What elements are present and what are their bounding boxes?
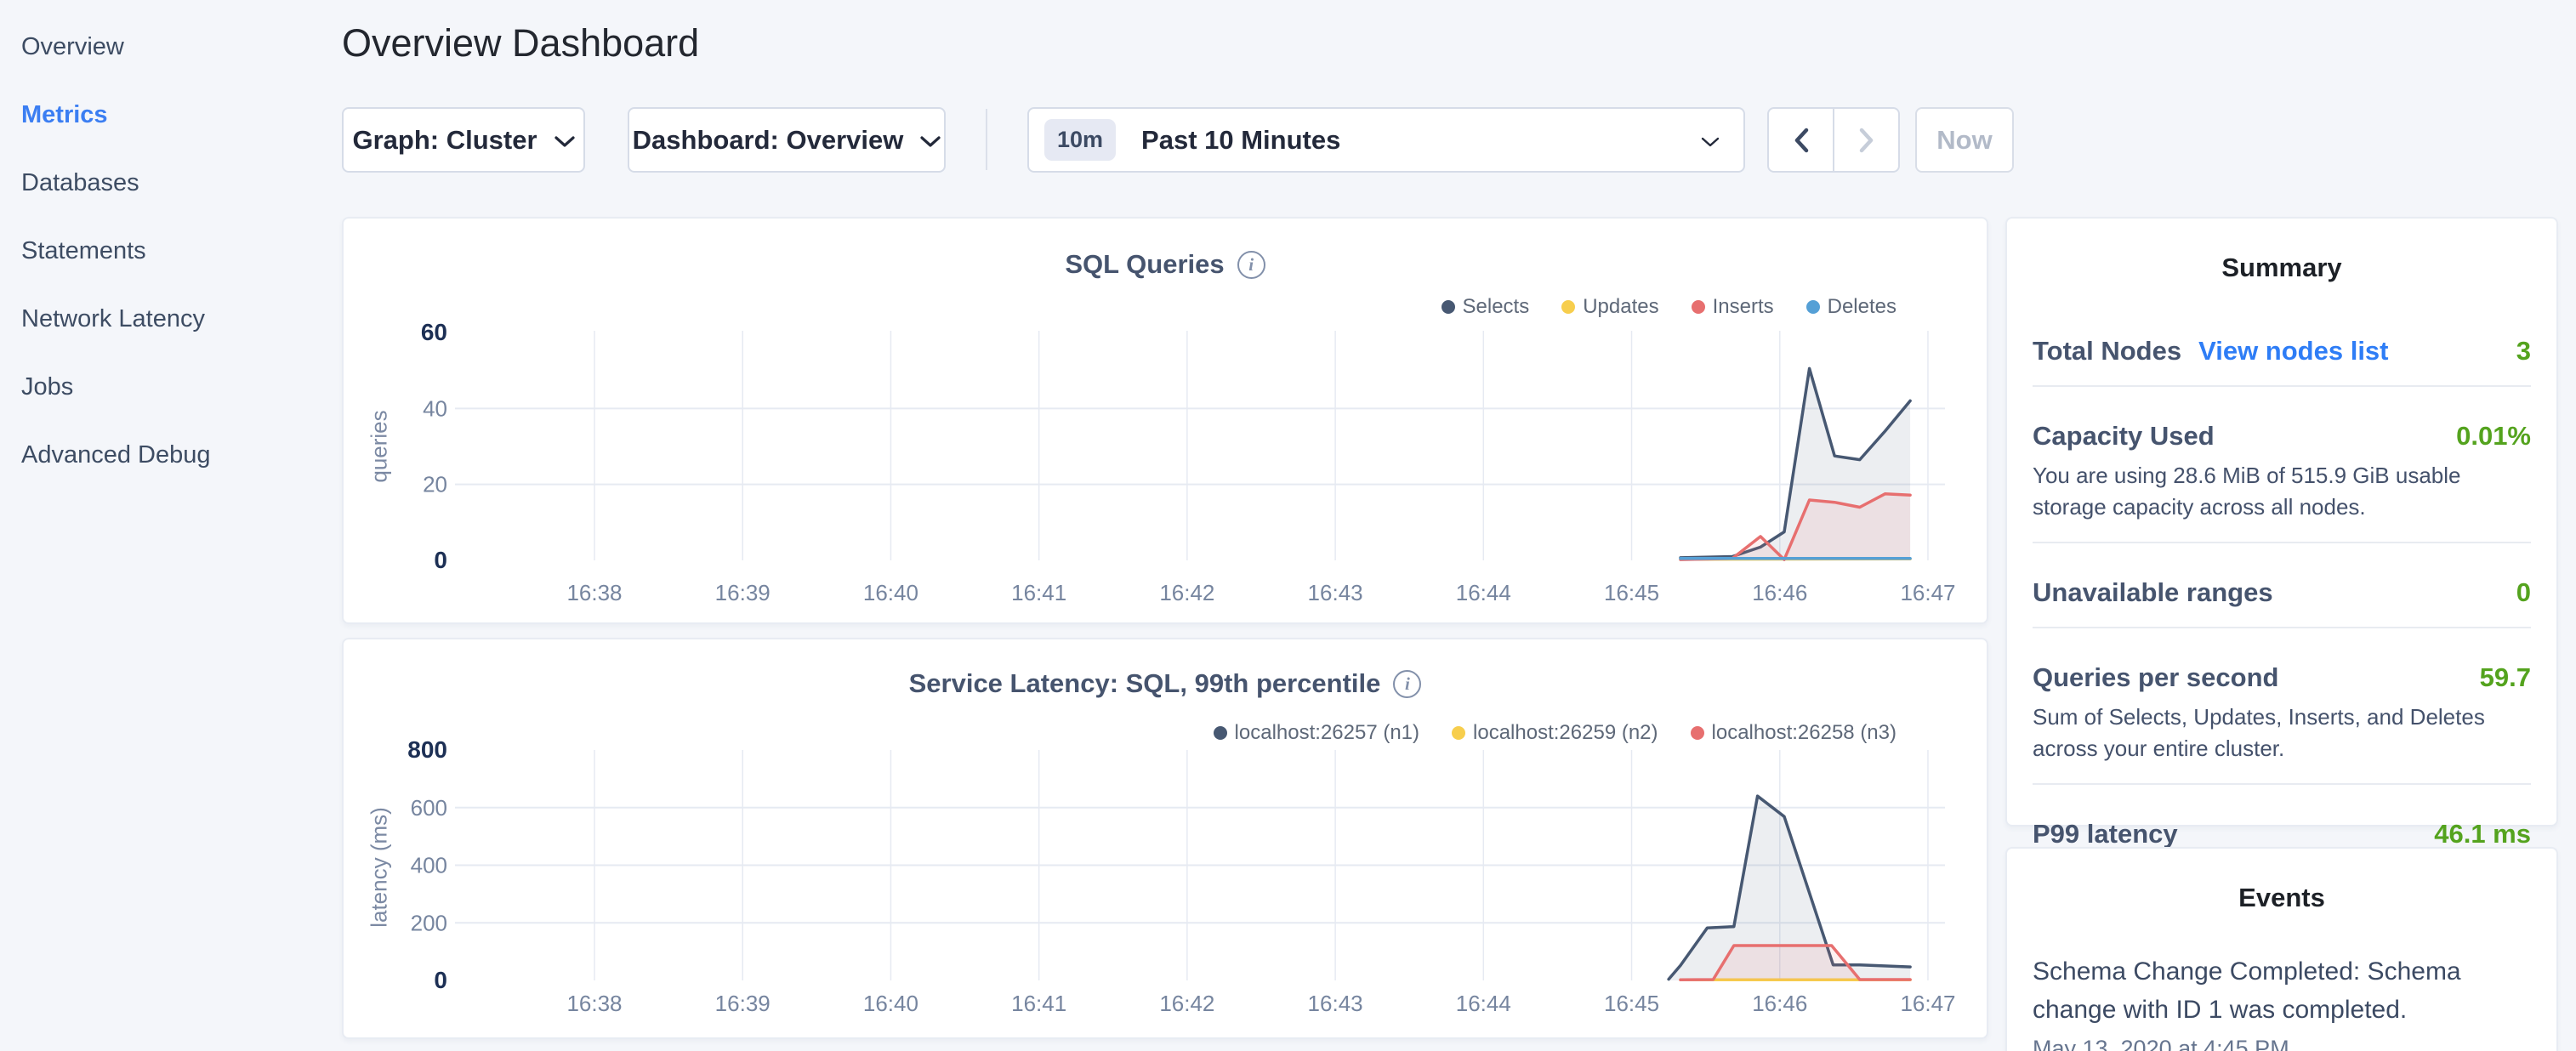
unavailable-ranges-label: Unavailable ranges bbox=[2033, 577, 2273, 608]
svg-text:16:41: 16:41 bbox=[1011, 991, 1066, 1016]
sidebar-item-databases[interactable]: Databases bbox=[21, 168, 139, 198]
svg-text:16:47: 16:47 bbox=[1900, 991, 1955, 1016]
toolbar-divider bbox=[986, 109, 987, 170]
svg-text:16:44: 16:44 bbox=[1456, 580, 1511, 605]
p99-latency-label: P99 latency bbox=[2033, 819, 2178, 849]
event-item-text[interactable]: Schema Change Completed: Schema change w… bbox=[2033, 952, 2479, 1029]
sql-queries-chart[interactable]: 16:38 16:39 16:40 16:41 16:42 16:43 16:44 16:45… bbox=[344, 219, 1990, 626]
svg-text:600: 600 bbox=[411, 795, 447, 821]
svg-text:0: 0 bbox=[434, 547, 447, 573]
graph-dropdown[interactable]: Graph: Cluster bbox=[342, 107, 585, 173]
svg-text:800: 800 bbox=[407, 736, 447, 763]
divider bbox=[2033, 385, 2531, 387]
svg-text:16:42: 16:42 bbox=[1159, 580, 1214, 605]
chevron-right-icon bbox=[1858, 128, 1875, 153]
svg-text:16:42: 16:42 bbox=[1159, 991, 1214, 1016]
svg-text:16:38: 16:38 bbox=[566, 991, 622, 1016]
summary-row-qps: Queries per second 59.7 bbox=[2033, 662, 2531, 693]
chevron-down-icon bbox=[920, 136, 941, 148]
summary-card: Summary Total Nodes View nodes list 3 Cap… bbox=[2005, 217, 2558, 827]
events-heading: Events bbox=[2033, 883, 2531, 913]
total-nodes-label: Total Nodes bbox=[2033, 336, 2181, 366]
svg-text:60: 60 bbox=[421, 319, 447, 345]
time-pager bbox=[1767, 107, 1900, 173]
svg-text:200: 200 bbox=[411, 910, 447, 935]
svg-text:16:43: 16:43 bbox=[1308, 580, 1363, 605]
total-nodes-value: 3 bbox=[2516, 336, 2531, 366]
prev-time-button[interactable] bbox=[1769, 109, 1834, 171]
svg-text:16:40: 16:40 bbox=[863, 991, 918, 1016]
svg-text:16:45: 16:45 bbox=[1604, 580, 1659, 605]
sidebar-item-statements[interactable]: Statements bbox=[21, 236, 146, 266]
svg-text:16:40: 16:40 bbox=[863, 580, 918, 605]
svg-text:0: 0 bbox=[434, 967, 447, 993]
divider bbox=[2033, 627, 2531, 628]
dashboard-dropdown[interactable]: Dashboard: Overview bbox=[628, 107, 946, 173]
summary-row-capacity: Capacity Used 0.01% bbox=[2033, 421, 2531, 452]
p99-latency-value: 46.1 ms bbox=[2434, 819, 2531, 849]
next-time-button[interactable] bbox=[1834, 109, 1898, 171]
summary-row-unavailable-ranges: Unavailable ranges 0 bbox=[2033, 577, 2531, 608]
chevron-left-icon bbox=[1793, 128, 1810, 153]
event-item-timestamp: May 13, 2020 at 4:45 PM bbox=[2033, 1036, 2531, 1051]
dashboard-dropdown-label: Dashboard: Overview bbox=[633, 125, 904, 156]
qps-description: Sum of Selects, Updates, Inserts, and De… bbox=[2033, 702, 2531, 764]
service-latency-chart[interactable]: 16:38 16:39 16:40 16:41 16:42 16:43 16:44 16:45… bbox=[344, 639, 1990, 1041]
svg-text:16:39: 16:39 bbox=[715, 991, 771, 1016]
svg-text:16:43: 16:43 bbox=[1308, 991, 1363, 1016]
capacity-label: Capacity Used bbox=[2033, 421, 2215, 452]
time-window-badge: 10m bbox=[1044, 119, 1116, 161]
svg-text:16:45: 16:45 bbox=[1604, 991, 1659, 1016]
summary-row-total-nodes: Total Nodes View nodes list 3 bbox=[2033, 336, 2531, 366]
unavailable-ranges-value: 0 bbox=[2516, 577, 2531, 608]
sidebar-item-network-latency[interactable]: Network Latency bbox=[21, 304, 205, 334]
svg-text:16:38: 16:38 bbox=[566, 580, 622, 605]
chevron-down-icon bbox=[554, 136, 575, 148]
summary-row-p99: P99 latency 46.1 ms bbox=[2033, 819, 2531, 849]
sidebar-item-overview[interactable]: Overview bbox=[21, 31, 124, 62]
time-window-selector[interactable]: 10m Past 10 Minutes bbox=[1027, 107, 1745, 173]
sidebar-item-advanced-debug[interactable]: Advanced Debug bbox=[21, 440, 211, 470]
capacity-value: 0.01% bbox=[2456, 421, 2531, 452]
capacity-description: You are using 28.6 MiB of 515.9 GiB usab… bbox=[2033, 460, 2531, 523]
page-title: Overview Dashboard bbox=[342, 20, 699, 66]
svg-text:400: 400 bbox=[411, 853, 447, 878]
sidebar-item-metrics[interactable]: Metrics bbox=[21, 99, 108, 130]
sql-queries-chart-card: SQL Queries i SelectsUpdatesInsertsDelet… bbox=[342, 217, 1988, 624]
svg-text:20: 20 bbox=[423, 472, 447, 497]
service-latency-chart-card: Service Latency: SQL, 99th percentile i … bbox=[342, 638, 1988, 1039]
qps-label: Queries per second bbox=[2033, 662, 2278, 693]
svg-text:16:47: 16:47 bbox=[1900, 580, 1955, 605]
events-card: Events Schema Change Completed: Schema c… bbox=[2005, 847, 2558, 1051]
qps-value: 59.7 bbox=[2480, 662, 2531, 693]
summary-heading: Summary bbox=[2033, 253, 2531, 283]
sidebar-item-jobs[interactable]: Jobs bbox=[21, 372, 73, 402]
svg-text:16:41: 16:41 bbox=[1011, 580, 1066, 605]
now-button[interactable]: Now bbox=[1915, 107, 2014, 173]
svg-text:16:46: 16:46 bbox=[1752, 580, 1807, 605]
graph-dropdown-label: Graph: Cluster bbox=[352, 125, 537, 156]
svg-text:16:44: 16:44 bbox=[1456, 991, 1511, 1016]
divider bbox=[2033, 542, 2531, 543]
svg-text:16:46: 16:46 bbox=[1752, 991, 1807, 1016]
svg-text:40: 40 bbox=[423, 395, 447, 421]
chevron-down-icon bbox=[1701, 137, 1720, 148]
view-nodes-list-link[interactable]: View nodes list bbox=[2198, 336, 2388, 366]
divider bbox=[2033, 783, 2531, 785]
time-window-label: Past 10 Minutes bbox=[1141, 125, 1340, 156]
svg-text:16:39: 16:39 bbox=[715, 580, 771, 605]
